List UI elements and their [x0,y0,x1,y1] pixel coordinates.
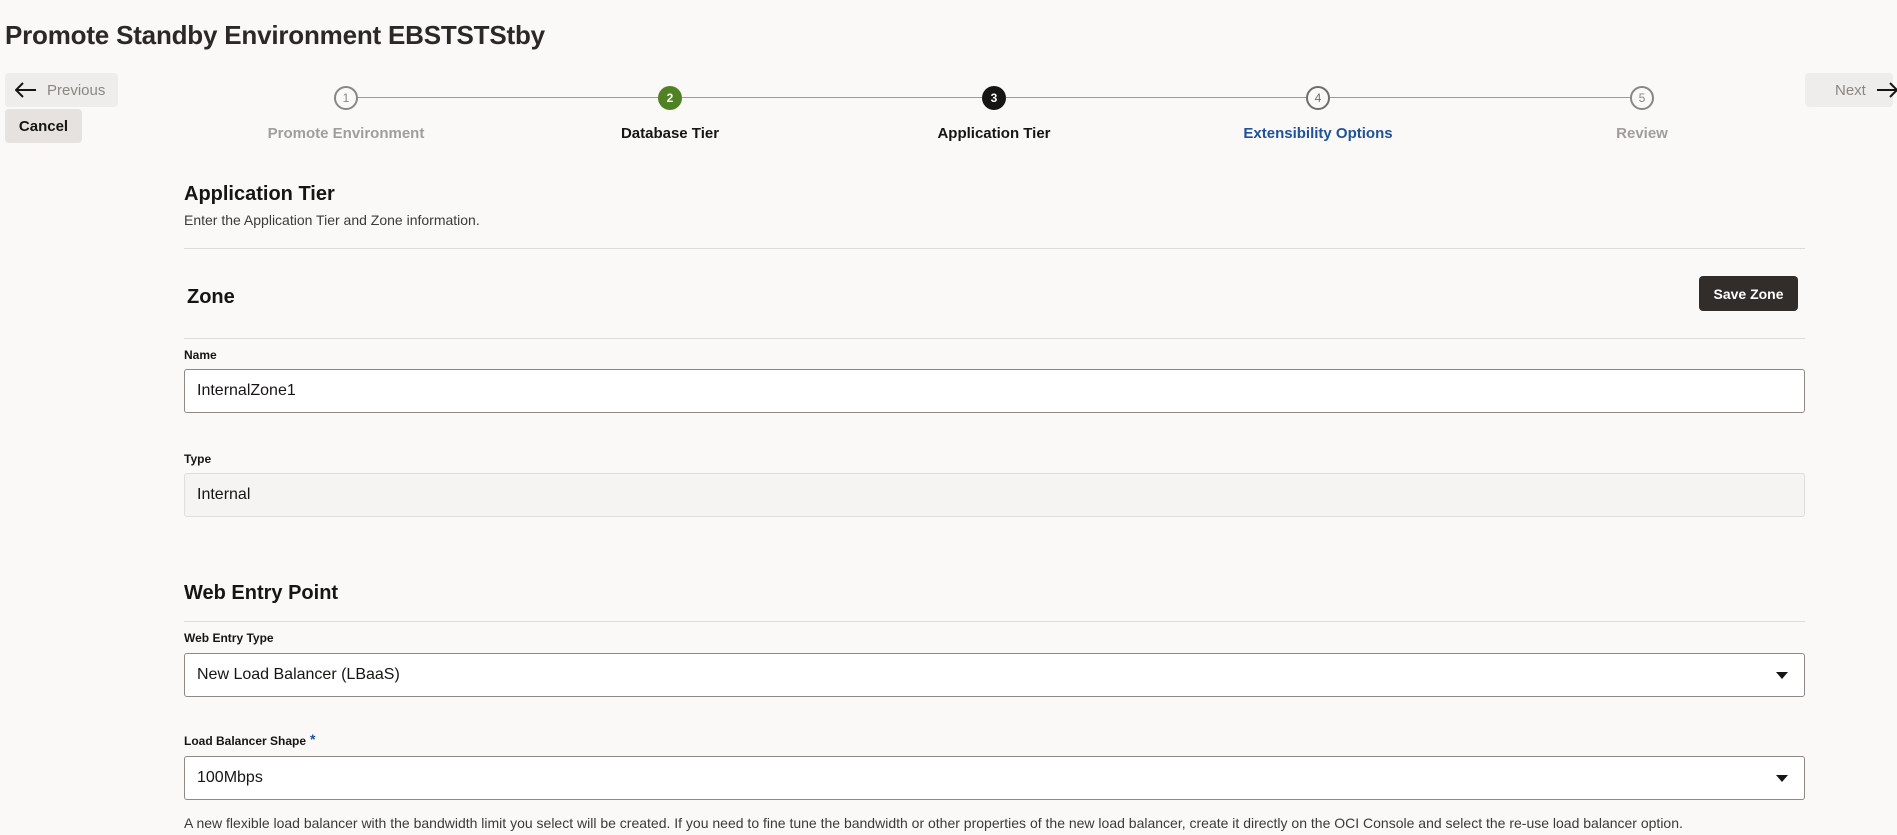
zone-type-label: Type [184,452,212,466]
step-2-circle[interactable]: 2 [658,86,682,110]
app-tier-heading: Application Tier [184,183,335,205]
web-entry-heading: Web Entry Point [184,582,339,604]
step-5-label: Review [1616,125,1668,142]
web-entry-type-value: New Load Balancer (LBaaS) [197,666,400,683]
step-connector [358,97,659,98]
zone-name-value: InternalZone1 [197,382,296,399]
zone-heading: Zone [187,286,235,308]
chevron-down-icon[interactable] [1776,672,1788,679]
step-1-circle[interactable]: 1 [334,86,358,110]
step-connector [1006,97,1306,98]
zone-name-input[interactable]: InternalZone1 [184,369,1805,413]
lb-shape-select[interactable]: 100Mbps [184,756,1805,800]
lb-shape-label: Load Balancer Shape * [184,731,316,750]
save-zone-button[interactable]: Save Zone [1699,276,1798,311]
step-5-circle: 5 [1630,86,1654,110]
step-connector [1330,97,1630,98]
web-entry-type-select[interactable]: New Load Balancer (LBaaS) [184,653,1805,697]
zone-type-value: Internal [197,486,251,503]
step-4-circle[interactable]: 4 [1306,86,1330,110]
web-entry-type-label: Web Entry Type [184,631,274,645]
lb-shape-value: 100Mbps [197,769,263,786]
step-3-label[interactable]: Application Tier [874,125,1114,142]
required-marker: * [310,731,316,747]
lb-shape-help-text: A new flexible load balancer with the ba… [184,815,1683,831]
wizard-stepper: 1 2 3 4 5 Promote Environment Database T… [0,0,1897,150]
step-3-circle[interactable]: 3 [982,86,1006,110]
lb-shape-label-text: Load Balancer Shape [184,734,307,748]
step-2-label[interactable]: Database Tier [550,125,790,142]
zone-type-field: Internal [184,473,1805,517]
zone-name-label: Name [184,348,217,362]
step-4-label[interactable]: Extensibility Options [1198,125,1438,142]
step-1-label[interactable]: Promote Environment [226,125,466,142]
divider [184,338,1805,339]
chevron-down-icon[interactable] [1776,775,1788,782]
divider [184,248,1805,249]
divider [184,621,1805,622]
step-connector [682,97,982,98]
app-tier-description: Enter the Application Tier and Zone info… [184,212,480,228]
